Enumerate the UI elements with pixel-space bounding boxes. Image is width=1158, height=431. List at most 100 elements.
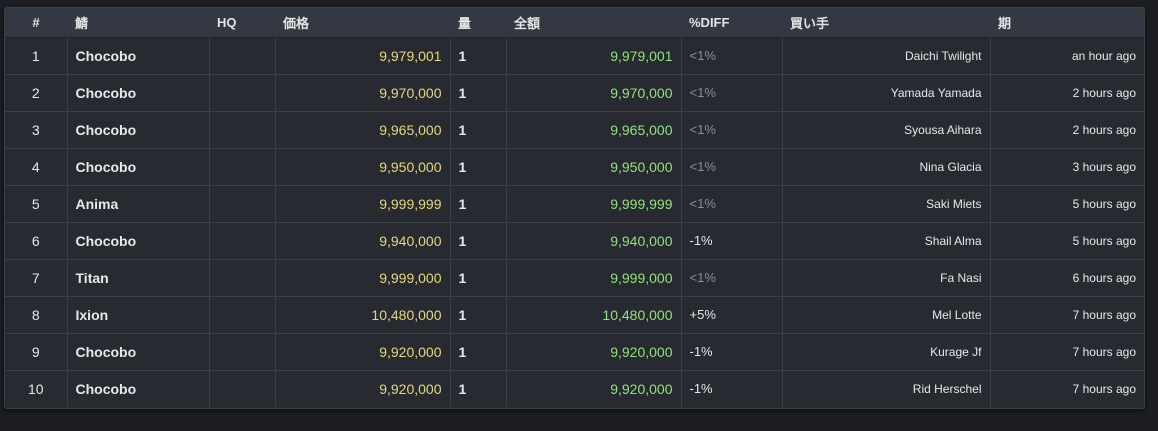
cell-hq xyxy=(209,37,276,74)
cell-num: 9 xyxy=(5,332,68,370)
cell-total: 9,979,001 xyxy=(506,37,682,74)
cell-price: 9,999,000 xyxy=(275,258,451,296)
cell-hq xyxy=(209,295,276,333)
cell-price: 9,920,000 xyxy=(275,369,451,407)
cell-hq xyxy=(209,369,276,407)
cell-server: Anima xyxy=(67,184,210,222)
cell-server: Chocobo xyxy=(67,332,210,370)
table-row: 3 Chocobo 9,965,000 1 9,965,000 <1% Syousa Aih… xyxy=(5,110,1144,148)
cell-qty: 1 xyxy=(450,258,507,296)
cell-qty: 1 xyxy=(450,221,507,259)
cell-num: 6 xyxy=(5,221,68,259)
cell-num: 1 xyxy=(5,37,68,74)
cell-diff: <1% xyxy=(681,258,783,296)
cell-hq xyxy=(209,73,276,111)
cell-num: 2 xyxy=(5,73,68,111)
cell-total: 9,920,000 xyxy=(506,369,682,407)
cell-qty: 1 xyxy=(450,37,507,74)
header-num[interactable]: # xyxy=(5,8,67,38)
cell-buyer: Daichi Twilight xyxy=(782,37,991,74)
table-row: 4 Chocobo 9,950,000 1 9,950,000 <1% Nina Glaci… xyxy=(5,147,1144,185)
header-hq[interactable]: HQ xyxy=(209,8,275,38)
table-row: 1 Chocobo 9,979,001 1 9,979,001 <1% Daichi Twi… xyxy=(5,37,1144,74)
cell-total: 9,920,000 xyxy=(506,332,682,370)
header-date[interactable]: 期 xyxy=(990,8,1144,38)
cell-diff: <1% xyxy=(681,184,783,222)
cell-price: 9,965,000 xyxy=(275,110,451,148)
cell-hq xyxy=(209,258,276,296)
cell-buyer: Saki Miets xyxy=(782,184,991,222)
header-qty[interactable]: 量 xyxy=(450,8,506,38)
cell-hq xyxy=(209,221,276,259)
cell-diff: <1% xyxy=(681,73,783,111)
cell-date: 7 hours ago xyxy=(990,369,1144,407)
table-row: 2 Chocobo 9,970,000 1 9,970,000 <1% Yamada Yam… xyxy=(5,73,1144,111)
cell-price: 9,920,000 xyxy=(275,332,451,370)
cell-hq xyxy=(209,110,276,148)
cell-buyer: Nina Glacia xyxy=(782,147,991,185)
cell-qty: 1 xyxy=(450,332,507,370)
table-body: 1 Chocobo 9,979,001 1 9,979,001 <1% Daichi Twi… xyxy=(5,37,1144,407)
cell-buyer: Fa Nasi xyxy=(782,258,991,296)
cell-total: 9,970,000 xyxy=(506,73,682,111)
cell-diff: -1% xyxy=(681,332,783,370)
header-diff[interactable]: %DIFF xyxy=(681,8,782,38)
cell-buyer: Kurage Jf xyxy=(782,332,991,370)
cell-server: Chocobo xyxy=(67,221,210,259)
header-server[interactable]: 鯖 xyxy=(67,8,209,38)
cell-diff: +5% xyxy=(681,295,783,333)
cell-diff: -1% xyxy=(681,221,783,259)
cell-total: 9,999,999 xyxy=(506,184,682,222)
cell-total: 9,999,000 xyxy=(506,258,682,296)
cell-diff: -1% xyxy=(681,369,783,407)
cell-qty: 1 xyxy=(450,110,507,148)
table-row: 5 Anima 9,999,999 1 9,999,999 <1% Saki Miets 5 … xyxy=(5,184,1144,222)
cell-num: 8 xyxy=(5,295,68,333)
cell-date: 7 hours ago xyxy=(990,295,1144,333)
cell-date: 6 hours ago xyxy=(990,258,1144,296)
cell-num: 5 xyxy=(5,184,68,222)
cell-server: Ixion xyxy=(67,295,210,333)
cell-hq xyxy=(209,147,276,185)
table-header: # 鯖 HQ 価格 量 全額 %DIFF 買い手 期 xyxy=(5,8,1144,38)
cell-num: 4 xyxy=(5,147,68,185)
cell-buyer: Shail Alma xyxy=(782,221,991,259)
cell-price: 9,999,999 xyxy=(275,184,451,222)
cell-hq xyxy=(209,332,276,370)
cell-price: 9,950,000 xyxy=(275,147,451,185)
cell-date: 7 hours ago xyxy=(990,332,1144,370)
cell-total: 9,965,000 xyxy=(506,110,682,148)
cell-buyer: Rid Herschel xyxy=(782,369,991,407)
cell-date: 2 hours ago xyxy=(990,110,1144,148)
cell-price: 10,480,000 xyxy=(275,295,451,333)
cell-date: 5 hours ago xyxy=(990,184,1144,222)
cell-server: Chocobo xyxy=(67,73,210,111)
table-row: 6 Chocobo 9,940,000 1 9,940,000 -1% Shail Alma… xyxy=(5,221,1144,259)
cell-buyer: Yamada Yamada xyxy=(782,73,991,111)
cell-date: 2 hours ago xyxy=(990,73,1144,111)
cell-server: Chocobo xyxy=(67,369,210,407)
table-row: 7 Titan 9,999,000 1 9,999,000 <1% Fa Nasi 6 hou… xyxy=(5,258,1144,296)
header-buyer[interactable]: 買い手 xyxy=(782,8,990,38)
cell-buyer: Mel Lotte xyxy=(782,295,991,333)
cell-diff: <1% xyxy=(681,37,783,74)
cell-price: 9,970,000 xyxy=(275,73,451,111)
sale-history-panel: # 鯖 HQ 価格 量 全額 %DIFF 買い手 期 1 Chocobo 9,979… xyxy=(4,7,1145,409)
cell-total: 10,480,000 xyxy=(506,295,682,333)
cell-num: 10 xyxy=(5,369,68,407)
cell-qty: 1 xyxy=(450,295,507,333)
sale-history-table: # 鯖 HQ 価格 量 全額 %DIFF 買い手 期 1 Chocobo 9,979… xyxy=(5,8,1144,407)
cell-server: Chocobo xyxy=(67,37,210,74)
cell-hq xyxy=(209,184,276,222)
header-row: # 鯖 HQ 価格 量 全額 %DIFF 買い手 期 xyxy=(5,8,1144,38)
header-price[interactable]: 価格 xyxy=(275,8,450,38)
cell-qty: 1 xyxy=(450,73,507,111)
header-total[interactable]: 全額 xyxy=(506,8,681,38)
cell-num: 3 xyxy=(5,110,68,148)
table-row: 10 Chocobo 9,920,000 1 9,920,000 -1% Rid Hersc… xyxy=(5,369,1144,407)
cell-date: 3 hours ago xyxy=(990,147,1144,185)
cell-qty: 1 xyxy=(450,147,507,185)
cell-total: 9,940,000 xyxy=(506,221,682,259)
cell-server: Titan xyxy=(67,258,210,296)
cell-server: Chocobo xyxy=(67,147,210,185)
